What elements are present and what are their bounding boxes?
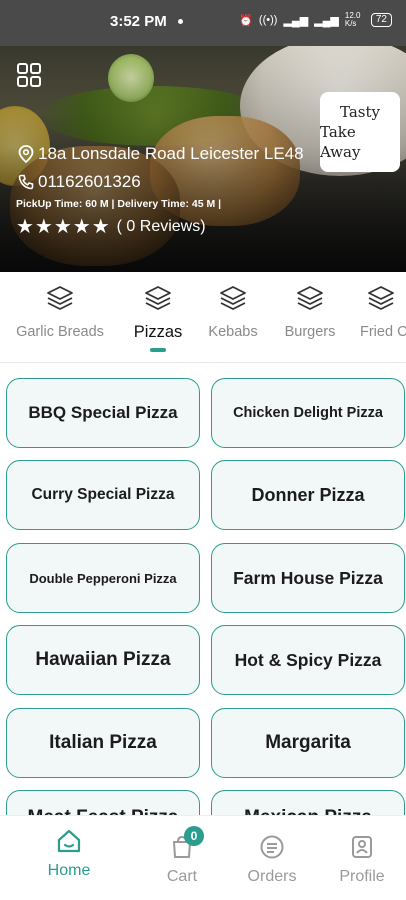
layers-icon xyxy=(220,286,246,310)
nav-label: Orders xyxy=(247,868,297,885)
network-speed: 12.0 K/s xyxy=(344,11,361,28)
notification-dot xyxy=(178,19,183,24)
menu-item-card[interactable]: Italian Pizza xyxy=(6,708,200,778)
nav-home[interactable]: Home xyxy=(29,828,109,880)
menu-item-label: Double Pepperoni Pizza xyxy=(29,570,177,586)
tab-kebabs[interactable]: Kebabs xyxy=(204,284,262,340)
menu-item-label: Hot & Spicy Pizza xyxy=(234,649,382,670)
review-count: ( 0 Reviews) xyxy=(116,217,206,235)
category-tabs: Garlic Breads Pizzas Kebabs Burgers Frie… xyxy=(0,272,406,362)
cart-count-badge: 0 xyxy=(184,826,204,846)
layers-icon xyxy=(145,286,171,310)
tab-garlic-breads[interactable]: Garlic Breads xyxy=(14,284,106,340)
phone-icon xyxy=(18,174,34,190)
menu-grid: BBQ Special Pizza Chicken Delight Pizza … xyxy=(0,363,406,815)
nav-cart[interactable]: 0 Cart xyxy=(142,826,222,886)
restaurant-header: Tasty Take Away 18a Lonsdale Road Leices… xyxy=(0,46,406,272)
home-icon xyxy=(57,829,81,853)
menu-item-card[interactable]: Mexican Pizza xyxy=(211,790,405,815)
menu-item-label: BBQ Special Pizza xyxy=(28,403,178,422)
rating[interactable]: ★★★★★ ( 0 Reviews) xyxy=(16,214,206,239)
signal-icon-2: ▂▄▆ xyxy=(314,14,339,27)
status-time: 3:52 PM xyxy=(110,13,167,30)
menu-item-card[interactable]: BBQ Special Pizza xyxy=(6,378,200,448)
menu-item-card[interactable]: Donner Pizza xyxy=(211,460,405,530)
menu-item-label: Meat Feast Pizza xyxy=(28,807,179,815)
cart-icon: 0 xyxy=(169,826,204,860)
menu-item-card[interactable]: Margarita xyxy=(211,708,405,778)
tab-label: Kebabs xyxy=(208,324,258,340)
status-icons: ⏰ ((•)) ▂▄▆ ▂▄▆ 12.0 K/s 72 xyxy=(239,12,392,28)
tab-fried-chicken[interactable]: Fried C xyxy=(360,284,406,340)
phone-text: 01162601326 xyxy=(38,172,141,191)
pickup-delivery-times: PickUp Time: 60 M | Delivery Time: 45 M … xyxy=(16,198,222,210)
status-bar: 3:52 PM ⏰ ((•)) ▂▄▆ ▂▄▆ 12.0 K/s 72 xyxy=(0,0,406,46)
layers-icon xyxy=(368,286,394,310)
menu-item-label: Mexican Pizza xyxy=(244,807,372,815)
nav-orders[interactable]: Orders xyxy=(232,834,312,886)
menu-item-label: Farm House Pizza xyxy=(233,567,383,588)
tab-label: Garlic Breads xyxy=(16,324,104,340)
layers-icon xyxy=(297,286,323,310)
menu-item-label: Curry Special Pizza xyxy=(31,486,175,503)
nav-label: Cart xyxy=(166,868,198,885)
nav-profile[interactable]: Profile xyxy=(322,834,402,886)
layers-icon xyxy=(47,286,73,310)
battery-icon: 72 xyxy=(370,13,392,27)
restaurant-logo: Tasty Take Away xyxy=(320,92,400,172)
menu-item-card[interactable]: Hawaiian Pizza xyxy=(6,625,200,695)
tab-label: Fried C xyxy=(360,324,406,340)
menu-item-label: Margarita xyxy=(265,732,351,753)
menu-item-card[interactable]: Double Pepperoni Pizza xyxy=(6,543,200,613)
bottom-navigation: Home 0 Cart Orders Profile xyxy=(0,815,406,900)
tab-label: Burgers xyxy=(284,324,336,340)
menu-item-label: Italian Pizza xyxy=(49,732,157,753)
menu-item-label: Chicken Delight Pizza xyxy=(233,405,383,421)
logo-line-2: Take Away xyxy=(320,123,361,161)
tab-pizzas[interactable]: Pizzas xyxy=(128,284,188,352)
signal-icon: ▂▄▆ xyxy=(283,14,309,27)
alarm-icon: ⏰ xyxy=(239,14,253,27)
restaurant-phone[interactable]: 01162601326 xyxy=(18,172,141,192)
restaurant-address: 18a Lonsdale Road Leicester LE48 xyxy=(18,144,304,164)
orders-icon xyxy=(260,835,284,859)
menu-item-card[interactable]: Meat Feast Pizza xyxy=(6,790,200,815)
tab-label: Pizzas xyxy=(133,323,183,341)
location-pin-icon xyxy=(18,145,34,163)
grid-menu-icon[interactable] xyxy=(16,62,42,88)
menu-item-card[interactable]: Chicken Delight Pizza xyxy=(211,378,405,448)
active-tab-indicator xyxy=(150,348,166,352)
menu-item-card[interactable]: Curry Special Pizza xyxy=(6,460,200,530)
menu-item-card[interactable]: Hot & Spicy Pizza xyxy=(211,625,405,695)
profile-icon xyxy=(352,836,372,858)
menu-item-card[interactable]: Farm House Pizza xyxy=(211,543,405,613)
logo-line-1: Tasty xyxy=(340,103,380,121)
menu-item-label: Hawaiian Pizza xyxy=(35,649,171,670)
rating-stars: ★★★★★ xyxy=(16,216,111,238)
address-text: 18a Lonsdale Road Leicester LE48 xyxy=(38,144,304,163)
menu-item-label: Donner Pizza xyxy=(251,484,365,505)
nav-label: Profile xyxy=(339,868,385,885)
nav-label: Home xyxy=(47,862,91,879)
hotspot-icon: ((•)) xyxy=(258,14,278,26)
tab-burgers[interactable]: Burgers xyxy=(280,284,340,340)
